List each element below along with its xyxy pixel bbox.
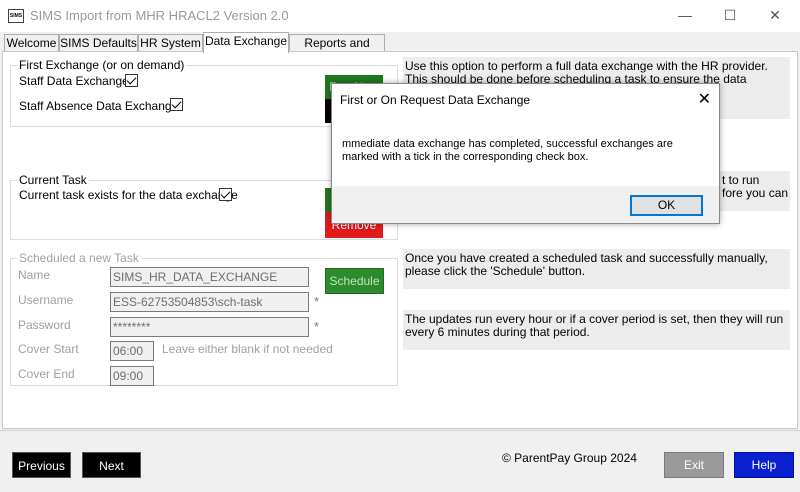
current-task-label: Current task exists for the data exchang…: [19, 188, 238, 202]
username-label: Username: [18, 293, 74, 307]
cover-end-label: Cover End: [18, 367, 75, 381]
tab-reports-and-tools[interactable]: Reports and Tools: [289, 34, 385, 66]
tab-hr-system[interactable]: HR System: [138, 34, 203, 52]
staff-data-exchange-label: Staff Data Exchange: [19, 74, 129, 88]
maximize-button[interactable]: ☐: [715, 4, 745, 26]
copyright-text: © ParentPay Group 2024: [502, 451, 637, 465]
next-button[interactable]: Next: [82, 452, 141, 478]
task-name-input[interactable]: SIMS_HR_DATA_EXCHANGE: [110, 267, 309, 287]
password-input[interactable]: ********: [110, 317, 309, 337]
username-input[interactable]: ESS-62753504853\sch-task: [110, 292, 309, 312]
staff-data-exchange-checkbox[interactable]: [125, 74, 138, 87]
current-task-checkbox[interactable]: [219, 188, 232, 201]
close-button[interactable]: ✕: [760, 4, 790, 26]
dialog-message: mmediate data exchange has completed, su…: [342, 138, 673, 163]
cover-start-label: Cover Start: [18, 342, 79, 356]
schedule-task-legend: Scheduled a new Task: [17, 251, 141, 265]
sims-app-icon: SIMS: [8, 9, 24, 23]
username-required-marker: *: [314, 294, 320, 309]
staff-absence-exchange-checkbox[interactable]: [170, 98, 183, 111]
help-button[interactable]: Help: [734, 452, 794, 478]
dialog-close-icon[interactable]: ✕: [698, 89, 711, 109]
footer-separator: [0, 430, 800, 431]
password-label: Password: [18, 318, 71, 332]
updates-info: The updates run every hour or if a cover…: [403, 310, 790, 350]
window-title: SIMS Import from MHR HRACL2 Version 2.0: [30, 8, 289, 23]
staff-absence-exchange-label: Staff Absence Data Exchange: [19, 99, 179, 113]
password-required-marker: *: [314, 319, 320, 334]
previous-button[interactable]: Previous: [12, 452, 71, 478]
tab-welcome[interactable]: Welcome: [4, 34, 59, 52]
tab-data-exchange[interactable]: Data Exchange: [203, 32, 289, 53]
exit-button[interactable]: Exit: [664, 452, 724, 478]
tab-bar: Welcome SIMS Defaults HR System Data Exc…: [0, 32, 800, 66]
tab-sims-defaults[interactable]: SIMS Defaults: [59, 34, 138, 52]
current-task-info: t to run fore you can: [720, 171, 790, 211]
title-bar: SIMS SIMS Import from MHR HRACL2 Version…: [0, 0, 800, 32]
cover-start-input[interactable]: 06:00: [110, 341, 154, 361]
dialog-title-bar: First or On Request Data Exchange ✕: [332, 84, 719, 114]
schedule-info: Once you have created a scheduled task a…: [403, 249, 790, 289]
minimize-button[interactable]: —: [670, 4, 700, 26]
first-exchange-legend: First Exchange (or on demand): [17, 58, 187, 72]
schedule-button[interactable]: Schedule: [325, 268, 384, 294]
current-task-legend: Current Task: [17, 173, 89, 187]
cover-end-input[interactable]: 09:00: [110, 366, 154, 386]
dialog-body: mmediate data exchange has completed, su…: [332, 114, 719, 186]
data-exchange-dialog: First or On Request Data Exchange ✕ mmed…: [331, 83, 720, 224]
name-label: Name: [18, 268, 51, 282]
cover-hint: Leave either blank if not needed: [162, 342, 333, 356]
dialog-title: First or On Request Data Exchange: [340, 93, 531, 107]
dialog-ok-button[interactable]: OK: [630, 195, 703, 216]
